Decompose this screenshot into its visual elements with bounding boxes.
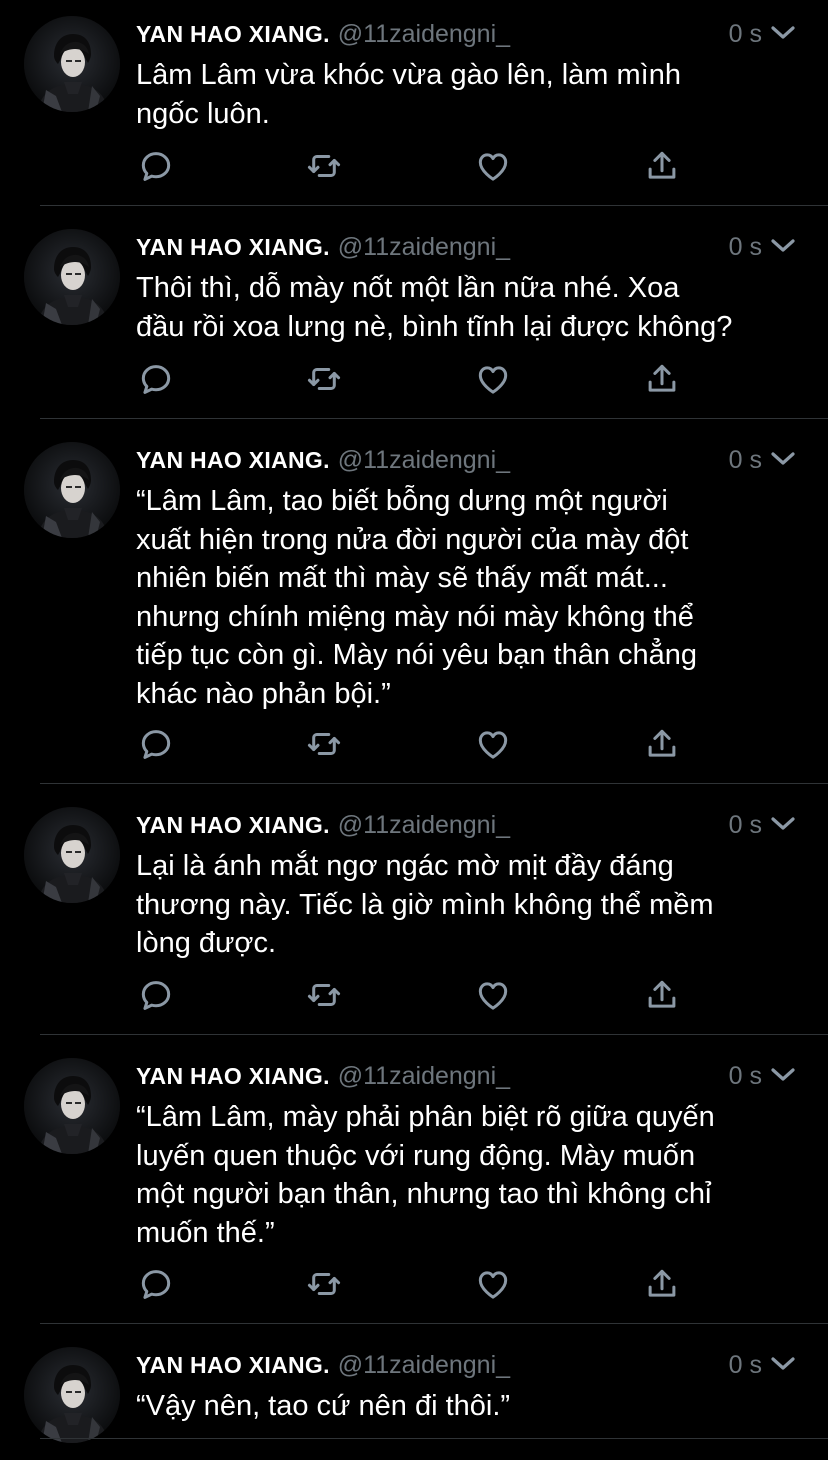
tweet-text: “Vậy nên, tao cứ nên đi thôi.”: [136, 1390, 511, 1422]
retweet-icon[interactable]: [304, 724, 344, 764]
tweet[interactable]: YAN HAO XIANG. @11zaidengni_ 0 s Lại là á…: [0, 791, 828, 1035]
share-icon[interactable]: [642, 146, 682, 186]
divider: [40, 1034, 828, 1035]
author-name[interactable]: YAN HAO XIANG.: [136, 812, 330, 838]
avatar[interactable]: [24, 16, 120, 112]
reply-icon[interactable]: [136, 359, 176, 399]
tweet-actions: [136, 724, 696, 764]
tweet-text: “Lâm Lâm, mày phải phân biệt rõ giữa quy…: [136, 1101, 715, 1249]
tweet-header: YAN HAO XIANG. @11zaidengni_ 0 s: [136, 233, 796, 267]
like-icon[interactable]: [473, 724, 513, 764]
like-icon[interactable]: [473, 975, 513, 1015]
tweet-timestamp: 0 s: [728, 20, 762, 48]
retweet-icon[interactable]: [304, 1264, 344, 1304]
avatar[interactable]: [24, 442, 120, 538]
tweet-timestamp: 0 s: [728, 1062, 762, 1090]
divider: [40, 783, 828, 784]
avatar[interactable]: [24, 229, 120, 325]
avatar[interactable]: [24, 1058, 120, 1154]
tweet[interactable]: YAN HAO XIANG. @11zaidengni_ 0 s Lâm Lâm …: [0, 0, 828, 206]
tweet[interactable]: YAN HAO XIANG. @11zaidengni_ 0 s “Lâm Lâm…: [0, 426, 828, 784]
tweet-actions: [136, 146, 696, 186]
tweet-timestamp: 0 s: [728, 1351, 762, 1379]
chevron-down-icon[interactable]: [770, 1355, 796, 1373]
tweet-timestamp: 0 s: [728, 233, 762, 261]
chevron-down-icon[interactable]: [770, 1066, 796, 1084]
chevron-down-icon[interactable]: [770, 237, 796, 255]
chevron-down-icon[interactable]: [770, 815, 796, 833]
author-name[interactable]: YAN HAO XIANG.: [136, 234, 330, 260]
divider: [40, 1438, 828, 1439]
author-name[interactable]: YAN HAO XIANG.: [136, 1063, 330, 1089]
retweet-icon[interactable]: [304, 359, 344, 399]
share-icon[interactable]: [642, 975, 682, 1015]
tweet-text: Lâm Lâm vừa khóc vừa gào lên, làm mình n…: [136, 59, 681, 130]
tweet-header: YAN HAO XIANG. @11zaidengni_ 0 s: [136, 446, 796, 480]
like-icon[interactable]: [473, 146, 513, 186]
avatar[interactable]: [24, 1347, 120, 1443]
tweet[interactable]: YAN HAO XIANG. @11zaidengni_ 0 s “Vậy nên…: [0, 1331, 828, 1460]
tweet-text: Lại là ánh mắt ngơ ngác mờ mịt đầy đáng …: [136, 850, 714, 959]
tweet-header: YAN HAO XIANG. @11zaidengni_ 0 s: [136, 811, 796, 845]
author-name[interactable]: YAN HAO XIANG.: [136, 447, 330, 473]
reply-icon[interactable]: [136, 724, 176, 764]
tweet-text: Thôi thì, dỗ mày nốt một lần nữa nhé. Xo…: [136, 272, 733, 343]
like-icon[interactable]: [473, 1264, 513, 1304]
share-icon[interactable]: [642, 359, 682, 399]
tweet[interactable]: YAN HAO XIANG. @11zaidengni_ 0 s Thôi thì…: [0, 213, 828, 419]
avatar[interactable]: [24, 807, 120, 903]
author-handle[interactable]: @11zaidengni_: [338, 446, 510, 474]
reply-icon[interactable]: [136, 975, 176, 1015]
author-name[interactable]: YAN HAO XIANG.: [136, 21, 330, 47]
divider: [40, 205, 828, 206]
tweet-actions: [136, 975, 696, 1015]
tweet-text: “Lâm Lâm, tao biết bỗng dưng một người x…: [136, 485, 698, 710]
tweet-timestamp: 0 s: [728, 446, 762, 474]
reply-icon[interactable]: [136, 1264, 176, 1304]
tweet-header: YAN HAO XIANG. @11zaidengni_ 0 s: [136, 1062, 796, 1096]
retweet-icon[interactable]: [304, 975, 344, 1015]
tweet-timestamp: 0 s: [728, 811, 762, 839]
chevron-down-icon[interactable]: [770, 450, 796, 468]
retweet-icon[interactable]: [304, 146, 344, 186]
chevron-down-icon[interactable]: [770, 24, 796, 42]
divider: [40, 418, 828, 419]
author-handle[interactable]: @11zaidengni_: [338, 233, 510, 261]
tweet-header: YAN HAO XIANG. @11zaidengni_ 0 s: [136, 1351, 796, 1385]
author-handle[interactable]: @11zaidengni_: [338, 811, 510, 839]
share-icon[interactable]: [642, 724, 682, 764]
author-handle[interactable]: @11zaidengni_: [338, 20, 510, 48]
tweet-header: YAN HAO XIANG. @11zaidengni_ 0 s: [136, 20, 796, 54]
author-name[interactable]: YAN HAO XIANG.: [136, 1352, 330, 1378]
author-handle[interactable]: @11zaidengni_: [338, 1351, 510, 1379]
tweet[interactable]: YAN HAO XIANG. @11zaidengni_ 0 s “Lâm Lâm…: [0, 1042, 828, 1324]
like-icon[interactable]: [473, 359, 513, 399]
divider: [40, 1323, 828, 1324]
tweet-actions: [136, 1264, 696, 1304]
share-icon[interactable]: [642, 1264, 682, 1304]
tweet-actions: [136, 359, 696, 399]
reply-icon[interactable]: [136, 146, 176, 186]
author-handle[interactable]: @11zaidengni_: [338, 1062, 510, 1090]
